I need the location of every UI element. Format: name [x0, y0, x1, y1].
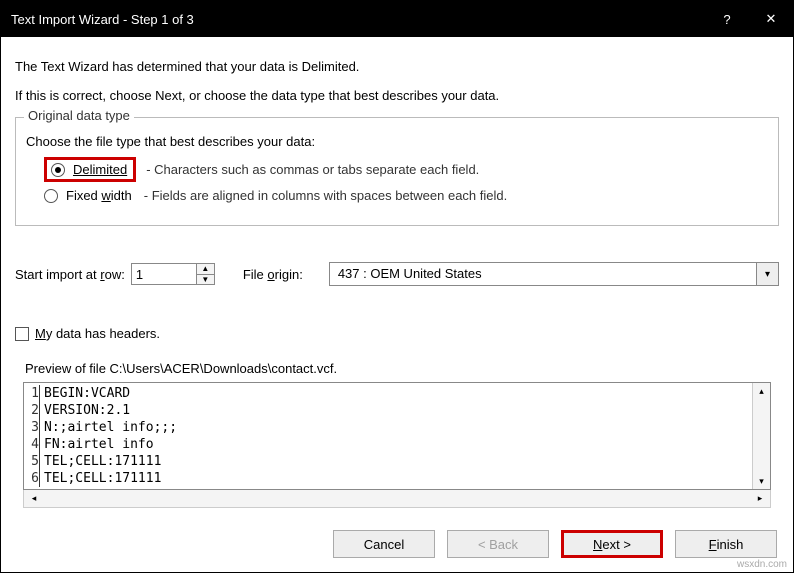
scroll-down-icon[interactable]: ▾: [753, 473, 770, 489]
cancel-button[interactable]: Cancel: [333, 530, 435, 558]
original-data-type-group: Original data type Choose the file type …: [15, 117, 779, 226]
start-row-label: Start import at row:: [15, 267, 125, 282]
radio-delimited-desc: - Characters such as commas or tabs sepa…: [146, 162, 479, 177]
close-icon: ✕: [766, 11, 777, 27]
preview-text: 1BEGIN:VCARD 2VERSION:2.1 3N:;airtel inf…: [24, 383, 752, 489]
radio-fixed-width[interactable]: Fixed width - Fields are aligned in colu…: [44, 188, 768, 203]
headers-label: My data has headers.: [35, 326, 160, 341]
group-legend: Original data type: [24, 108, 134, 123]
finish-button[interactable]: Finish: [675, 530, 777, 558]
chevron-down-icon[interactable]: ▾: [756, 263, 778, 285]
wizard-body: The Text Wizard has determined that your…: [1, 37, 793, 508]
scroll-track[interactable]: [753, 399, 770, 473]
titlebar: Text Import Wizard - Step 1 of 3 ? ✕: [1, 1, 793, 37]
radio-delimited[interactable]: Delimited - Characters such as commas or…: [44, 157, 768, 182]
headers-checkbox-row[interactable]: My data has headers.: [15, 326, 779, 341]
scroll-right-icon[interactable]: ▸: [750, 490, 770, 507]
help-button[interactable]: ?: [705, 1, 749, 37]
headers-checkbox[interactable]: [15, 327, 29, 341]
preview-line: 3N:;airtel info;;;: [24, 419, 752, 436]
radio-fixed-desc: - Fields are aligned in columns with spa…: [144, 188, 507, 203]
preview-line: 2VERSION:2.1: [24, 402, 752, 419]
intro-line-2: If this is correct, choose Next, or choo…: [15, 88, 779, 103]
close-button[interactable]: ✕: [749, 1, 793, 37]
radio-fixed-label: Fixed width: [64, 188, 134, 203]
start-row-spinner[interactable]: ▲ ▼: [131, 263, 215, 285]
intro-line-1: The Text Wizard has determined that your…: [15, 59, 779, 74]
preview-line: 1BEGIN:VCARD: [24, 385, 752, 402]
spinner-down-icon[interactable]: ▼: [197, 274, 214, 285]
scroll-track[interactable]: [44, 490, 750, 507]
preview-vscroll[interactable]: ▴ ▾: [752, 383, 770, 489]
start-row-input[interactable]: [132, 264, 196, 284]
scroll-left-icon[interactable]: ◂: [24, 490, 44, 507]
preview-hscroll[interactable]: ◂ ▸: [23, 490, 771, 508]
radio-delimited-input[interactable]: [51, 163, 65, 177]
preview-label: Preview of file C:\Users\ACER\Downloads\…: [25, 361, 779, 376]
watermark: wsxdn.com: [737, 559, 787, 570]
file-origin-label: File origin:: [243, 267, 303, 282]
import-options-row: Start import at row: ▲ ▼ File origin: 43…: [15, 262, 779, 286]
back-button: < Back: [447, 530, 549, 558]
file-origin-value: 437 : OEM United States: [330, 263, 756, 285]
radio-delimited-label: Delimited: [71, 162, 129, 177]
preview-line: 6TEL;CELL:171111: [24, 470, 752, 487]
help-icon: ?: [723, 12, 730, 27]
file-origin-dropdown[interactable]: 437 : OEM United States ▾: [329, 262, 779, 286]
scroll-up-icon[interactable]: ▴: [753, 383, 770, 399]
group-prompt: Choose the file type that best describes…: [26, 134, 768, 149]
next-button[interactable]: Next >: [561, 530, 663, 558]
radio-fixed-input[interactable]: [44, 189, 58, 203]
preview-line: 5TEL;CELL:171111: [24, 453, 752, 470]
window-title: Text Import Wizard - Step 1 of 3: [11, 12, 705, 27]
preview-box: 1BEGIN:VCARD 2VERSION:2.1 3N:;airtel inf…: [23, 382, 771, 490]
spinner-up-icon[interactable]: ▲: [197, 264, 214, 274]
preview-line: 4FN:airtel info: [24, 436, 752, 453]
wizard-buttons: Cancel < Back Next > Finish: [1, 508, 793, 572]
